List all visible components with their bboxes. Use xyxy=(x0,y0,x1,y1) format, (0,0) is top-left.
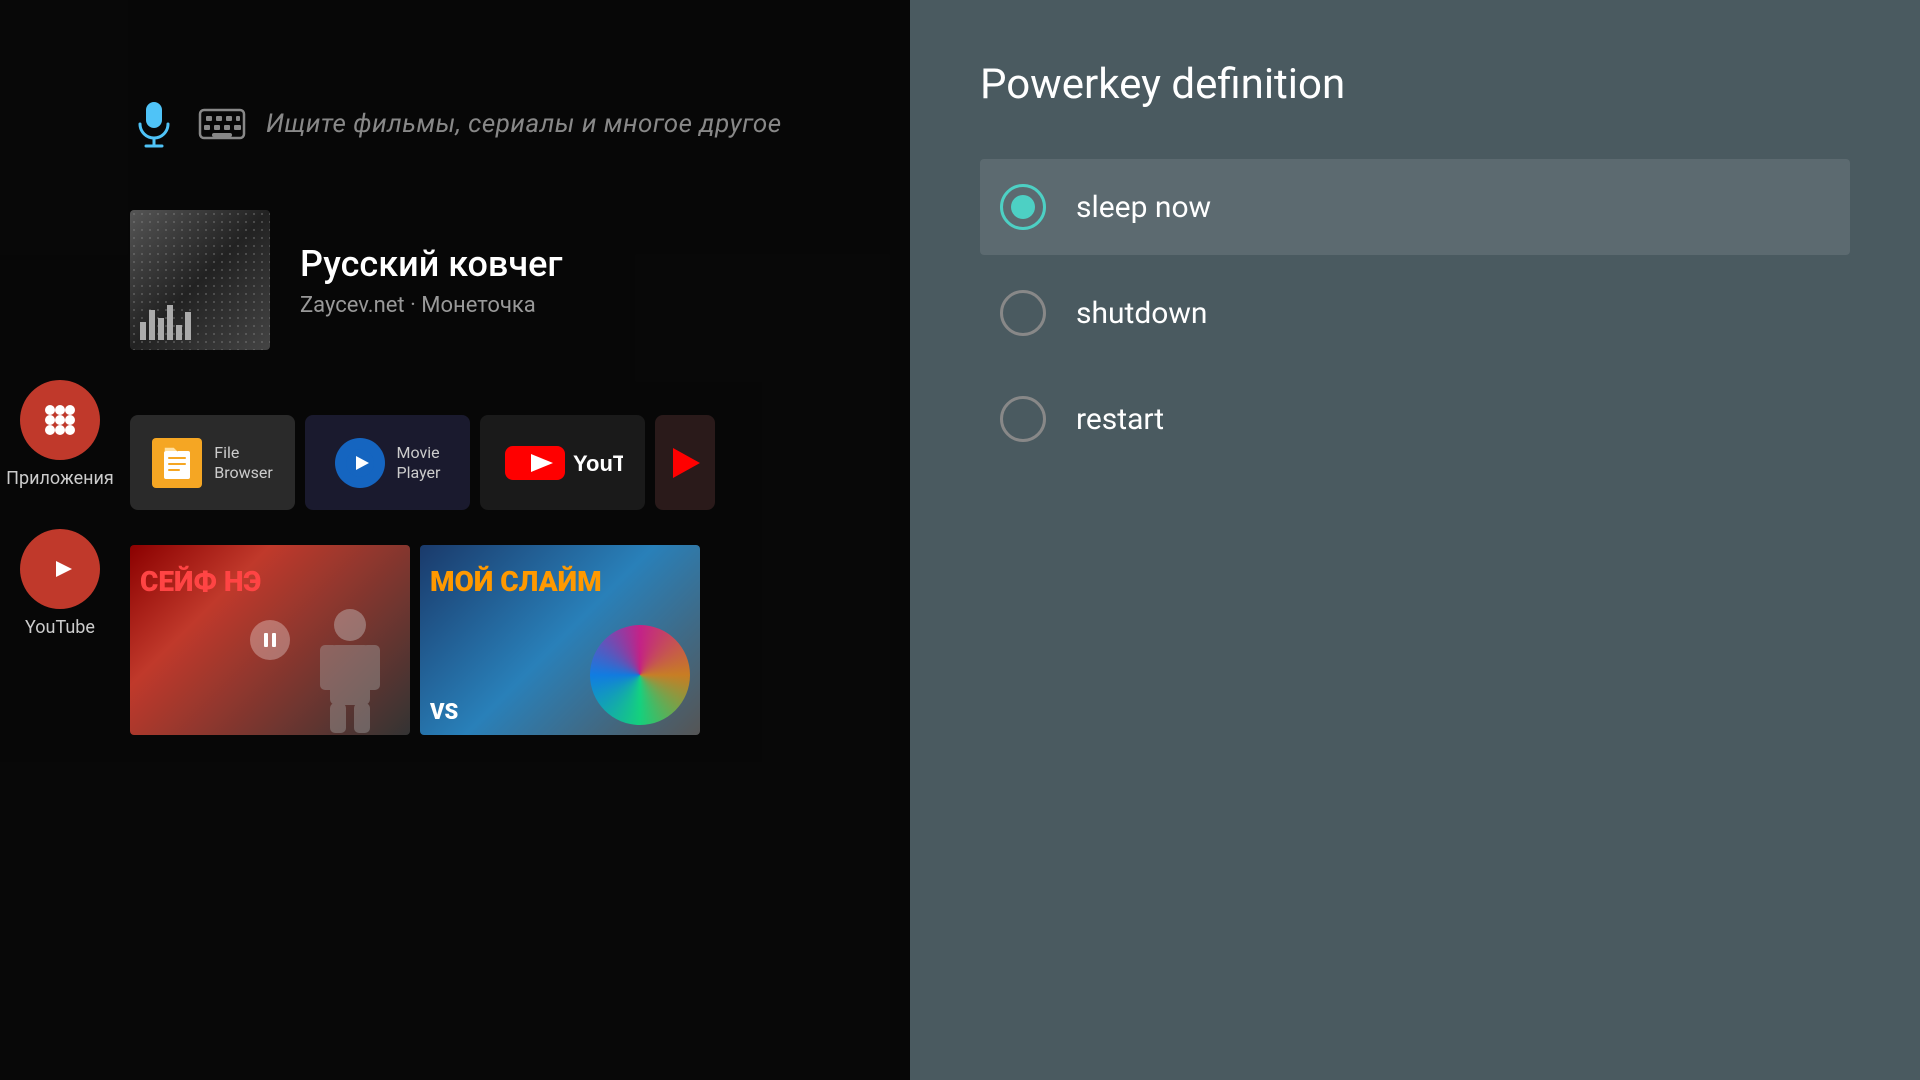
yt-icon xyxy=(20,529,100,609)
app-tile-youtube[interactable]: YouTube xyxy=(480,415,645,510)
powerkey-title: Powerkey definition xyxy=(980,60,1850,109)
search-placeholder: Ищите фильмы, сериалы и многое другое xyxy=(266,109,782,139)
youtube-logo-icon: YouTube xyxy=(503,438,623,488)
radio-label-sleep-now: sleep now xyxy=(1076,190,1211,225)
bar-chart xyxy=(140,305,191,340)
keyboard-icon[interactable] xyxy=(198,100,246,148)
main-screen: Ищите фильмы, сериалы и многое другое xyxy=(0,0,1920,1080)
app-tile-movie-player[interactable]: MoviePlayer xyxy=(305,415,470,510)
video-thumb-1[interactable]: СЕЙФ НЭ xyxy=(130,545,410,735)
song-subtitle: Zaycev.net · Монеточка xyxy=(300,293,563,318)
file-browser-label: FileBrowser xyxy=(214,443,273,481)
content-card: Русский ковчег Zaycev.net · Монеточка xyxy=(130,210,880,350)
apps-label: Приложения xyxy=(6,468,114,489)
sidebar-item-youtube[interactable]: YouTube xyxy=(20,529,100,638)
movie-player-icon xyxy=(335,438,385,488)
radio-shutdown[interactable]: shutdown xyxy=(980,265,1850,361)
song-info: Русский ковчег Zaycev.net · Монеточка xyxy=(300,243,563,318)
app-tile-file-browser[interactable]: FileBrowser xyxy=(130,415,295,510)
apps-row: FileBrowser MoviePlayer Yo xyxy=(130,415,715,510)
radio-circle-sleep-now xyxy=(1000,184,1046,230)
radio-label-shutdown: shutdown xyxy=(1076,296,1208,331)
pause-icon-1 xyxy=(250,620,290,660)
left-panel: Ищите фильмы, сериалы и многое другое xyxy=(0,0,910,1080)
yt-label: YouTube xyxy=(25,617,95,638)
video-thumbnails-row: СЕЙФ НЭ МОЙ СЛАЙМ xyxy=(130,545,700,735)
video-thumb-2[interactable]: МОЙ СЛАЙМ VS xyxy=(420,545,700,735)
radio-restart[interactable]: restart xyxy=(980,371,1850,467)
radio-circle-restart xyxy=(1000,396,1046,442)
mic-icon[interactable] xyxy=(130,100,178,148)
radio-circle-shutdown xyxy=(1000,290,1046,336)
sidebar-item-apps[interactable]: Приложения xyxy=(6,380,114,489)
sidebar-icons: Приложения YouTube xyxy=(0,380,120,638)
file-browser-icon xyxy=(152,438,202,488)
app-tile-partial xyxy=(655,415,715,510)
search-bar[interactable]: Ищите фильмы, сериалы и многое другое xyxy=(130,100,880,148)
album-art xyxy=(130,210,270,350)
powerkey-panel: Powerkey definition sleep now shutdown r… xyxy=(910,0,1920,1080)
svg-text:YouTube: YouTube xyxy=(573,451,623,476)
song-title: Русский ковчег xyxy=(300,243,563,285)
apps-icon xyxy=(20,380,100,460)
radio-sleep-now[interactable]: sleep now xyxy=(980,159,1850,255)
movie-player-label: MoviePlayer xyxy=(397,443,441,481)
video-text-1: СЕЙФ НЭ xyxy=(140,565,261,598)
video-text-2: МОЙ СЛАЙМ xyxy=(430,565,602,598)
radio-label-restart: restart xyxy=(1076,402,1164,437)
